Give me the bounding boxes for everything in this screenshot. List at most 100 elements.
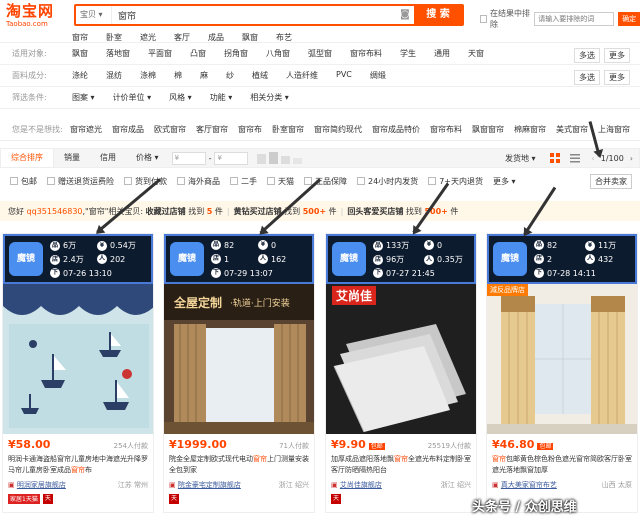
filter-dropdown[interactable]: 功能 ▾ xyxy=(210,92,233,103)
product-title[interactable]: 窗帘包邮黄色棕色粉色遮光窗帘简欧客厅卧室遮光落地飘窗加厚 xyxy=(492,454,632,476)
filter-checkbox[interactable]: 24小时内发货 xyxy=(357,176,418,187)
notice-user[interactable]: qq351546830 xyxy=(27,207,83,216)
camera-icon[interactable]: ◙ xyxy=(396,6,414,24)
filter-value[interactable]: 麻 xyxy=(200,70,208,81)
filter-value[interactable]: 成品 xyxy=(208,33,224,42)
merge-sellers-button[interactable]: 合并卖家 xyxy=(590,174,632,189)
suggest-item[interactable]: 棉麻窗帘 xyxy=(514,124,546,135)
exclude-input[interactable] xyxy=(534,12,615,26)
suggest-item[interactable]: 窗帘简约现代 xyxy=(314,124,362,135)
filter-value[interactable]: 弧型窗 xyxy=(308,48,332,59)
filter-checkbox[interactable]: 二手 xyxy=(230,176,257,187)
filter-value[interactable]: 植绒 xyxy=(252,70,268,81)
product-card[interactable]: 魔镜 品 6万 ¥0.54万 店 2.4万 人 202 下 07-26 13:10 ¥5… xyxy=(2,233,154,513)
price-from-input[interactable]: ¥ xyxy=(171,151,206,165)
product-card[interactable]: 魔镜 品 82 ¥0 店1 人 162 下 07-29 13:07 全屋定制 ·轨道·… xyxy=(163,233,315,513)
sort-tab-sales[interactable]: 销量 xyxy=(54,149,90,167)
notice-fav-label[interactable]: 收藏过店铺 xyxy=(146,206,186,217)
product-title[interactable]: 院金全屋定制欧式现代电动窗帘上门测量安装全包到家 xyxy=(169,454,309,476)
filter-value[interactable]: 天窗 xyxy=(468,48,484,59)
filter-value[interactable]: 飘窗 xyxy=(72,48,88,59)
search-type-select[interactable]: 宝贝 ▾ xyxy=(76,6,112,24)
search-input[interactable] xyxy=(112,6,396,24)
product-image[interactable] xyxy=(3,284,153,434)
price-to-input[interactable]: ¥ xyxy=(214,151,249,165)
multi-select-button[interactable]: 多选 xyxy=(574,48,600,63)
exclude-ok-button[interactable]: 确定 xyxy=(618,12,640,26)
filter-value[interactable]: 通用 xyxy=(434,48,450,59)
filter-dropdown[interactable]: 计价单位 ▾ xyxy=(113,92,152,103)
filter-dropdown[interactable]: 风格 ▾ xyxy=(169,92,192,103)
price-distribution-icon[interactable] xyxy=(257,152,303,164)
sort-tab-credit[interactable]: 信用 xyxy=(90,149,126,167)
sort-tab-price[interactable]: 价格 ▾ xyxy=(126,149,169,167)
exclude-checkbox[interactable] xyxy=(480,15,488,23)
product-image[interactable]: 全屋定制 ·轨道·上门安装 xyxy=(164,284,314,434)
ship-from-select[interactable]: 发货地 ▾ xyxy=(505,153,536,164)
suggest-item[interactable]: 窗帘成品特价 xyxy=(372,124,420,135)
filter-value[interactable]: 拐角窗 xyxy=(224,48,248,59)
filter-value[interactable]: 绸缎 xyxy=(370,70,386,81)
next-page-icon[interactable]: › xyxy=(630,154,633,163)
suggest-item[interactable]: 窗帘遮光 xyxy=(70,124,102,135)
grid-view-icon[interactable] xyxy=(549,153,560,163)
filter-value[interactable]: 落地窗 xyxy=(106,48,130,59)
filter-dropdown[interactable]: 图案 ▾ xyxy=(72,92,95,103)
search-button[interactable]: 搜 索 xyxy=(414,6,462,24)
filter-checkbox[interactable]: 赠送退货运费险 xyxy=(47,176,114,187)
suggest-item[interactable]: 欧式窗帘 xyxy=(154,124,186,135)
more-checks-dropdown[interactable]: 更多 ▾ xyxy=(493,176,516,187)
filter-value[interactable]: 人造纤维 xyxy=(286,70,318,81)
suggest-item[interactable]: 美式窗帘 xyxy=(556,124,588,135)
filter-value[interactable]: 飘窗 xyxy=(242,33,258,42)
notice-yellow-label[interactable]: 黄钻买过店铺 xyxy=(234,206,282,217)
product-card[interactable]: 魔镜 品 133万 ¥0 店 96万 人 0.35万 下 07-27 21:45 艾尚佳… xyxy=(325,233,477,513)
product-image[interactable]: 艾尚佳 xyxy=(326,284,476,434)
filter-value[interactable]: 窗帘布料 xyxy=(350,48,382,59)
filter-value[interactable]: 涤纶 xyxy=(72,70,88,81)
shop-link[interactable]: ▣ 明润家居旗舰店 xyxy=(8,480,66,490)
filter-checkbox[interactable]: 海外商品 xyxy=(177,176,220,187)
shop-link[interactable]: ▣ 真大美家窗帘布艺 xyxy=(492,480,557,490)
notice-repeat-label[interactable]: 回头客爱买店铺 xyxy=(347,206,403,217)
suggest-item[interactable]: 客厅窗帘 xyxy=(196,124,228,135)
filter-checkbox[interactable]: 货到付款 xyxy=(124,176,167,187)
suggest-item[interactable]: 窗帘成品 xyxy=(112,124,144,135)
filter-value[interactable]: 布艺 xyxy=(276,33,292,42)
suggest-item[interactable]: 窗帘布料 xyxy=(430,124,462,135)
shop-link[interactable]: ▣ 院金豪宅定制旗舰店 xyxy=(169,480,241,490)
sort-tab-default[interactable]: 综合排序 xyxy=(1,149,54,167)
filter-value[interactable]: 窗帘 xyxy=(72,33,88,42)
product-title[interactable]: 加厚成品遮阳落地飘窗帘全遮光布料定制卧室客厅防晒隔热阳台 xyxy=(331,454,471,476)
filter-value[interactable]: 卧室 xyxy=(106,33,122,42)
filter-value[interactable]: 混纺 xyxy=(106,70,122,81)
taobao-logo[interactable]: 淘宝网 Taobao.com xyxy=(6,3,60,29)
filter-checkbox[interactable]: 天猫 xyxy=(267,176,294,187)
filter-value[interactable]: 客厅 xyxy=(174,33,190,42)
filter-value[interactable]: 凸窗 xyxy=(190,48,206,59)
filter-value[interactable]: 遮光 xyxy=(140,33,156,42)
suggest-item[interactable]: 飘窗窗帘 xyxy=(472,124,504,135)
filter-checkbox[interactable]: 7+天内退货 xyxy=(428,176,483,187)
shop-name: 真大美家窗帘布艺 xyxy=(500,481,557,489)
more-button[interactable]: 更多 xyxy=(604,48,630,63)
filter-value[interactable]: PVC xyxy=(336,70,352,81)
list-view-icon[interactable] xyxy=(569,153,580,163)
filter-dropdown[interactable]: 相关分类 ▾ xyxy=(250,92,289,103)
suggest-item[interactable]: 窗帘布 xyxy=(238,124,262,135)
product-card[interactable]: 魔镜 品 82 ¥11万 店2 人 432 下 07-28 14:11 減反品牌店 ¥… xyxy=(486,233,638,513)
filter-value[interactable]: 学生 xyxy=(400,48,416,59)
filter-value[interactable]: 纱 xyxy=(226,70,234,81)
suggest-item[interactable]: 上海窗帘 xyxy=(598,124,630,135)
filter-value[interactable]: 棉 xyxy=(174,70,182,81)
filter-value[interactable]: 八角窗 xyxy=(266,48,290,59)
suggest-item[interactable]: 卧室窗帘 xyxy=(272,124,304,135)
filter-value[interactable]: 平面窗 xyxy=(148,48,172,59)
filter-value[interactable]: 涤棉 xyxy=(140,70,156,81)
filter-checkbox[interactable]: 包邮 xyxy=(10,176,37,187)
product-title[interactable]: 明润卡通海盗船窗帘儿童房地中海遮光升降罗马帘儿童房卧室成品窗帘布 xyxy=(8,454,148,476)
product-image[interactable]: 減反品牌店 xyxy=(487,284,637,434)
shop-link[interactable]: ▣ 艾尚佳旗舰店 xyxy=(331,480,382,490)
multi-select-button[interactable]: 多选 xyxy=(574,70,600,85)
more-button[interactable]: 更多 xyxy=(604,70,630,85)
